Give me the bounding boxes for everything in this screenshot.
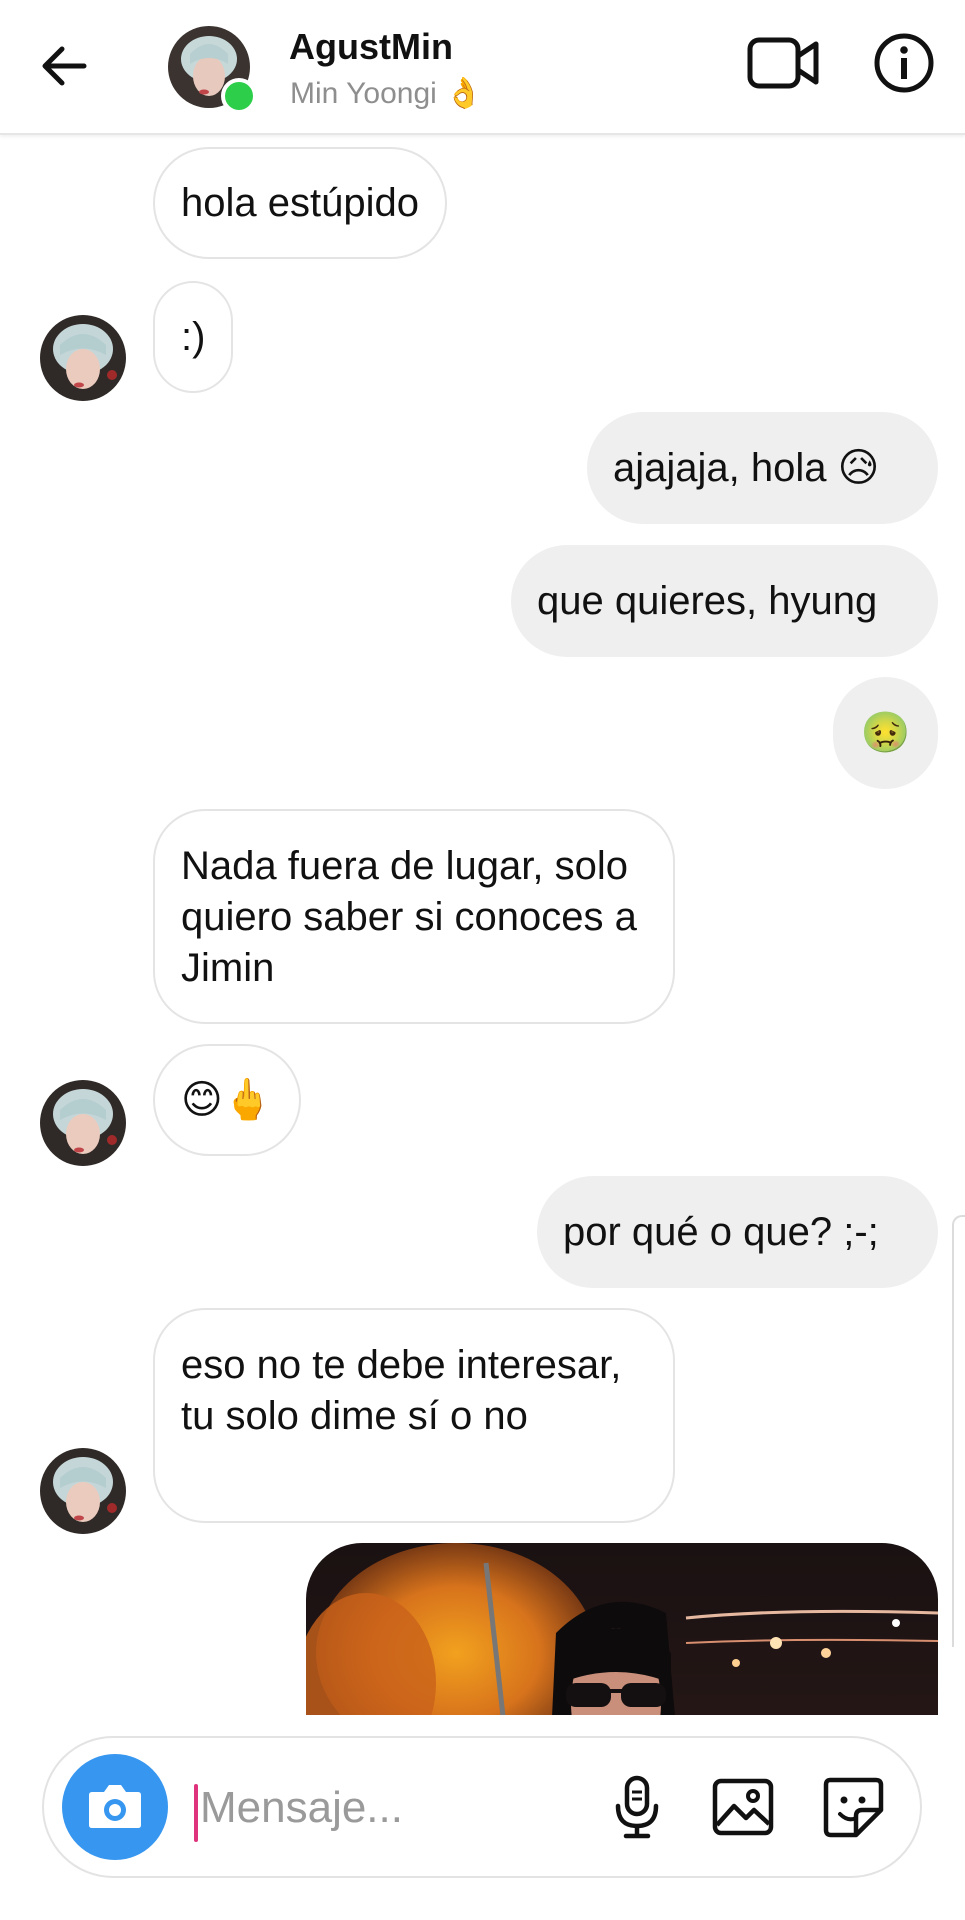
sender-avatar[interactable]: [40, 1080, 126, 1166]
message-composer: [42, 1736, 922, 1878]
message-text: por qué o que? ;-;: [563, 1209, 879, 1254]
message-input[interactable]: [200, 1774, 620, 1842]
outgoing-message[interactable]: por qué o que? ;-;: [537, 1176, 938, 1288]
message-text: :): [181, 314, 206, 359]
incoming-message[interactable]: eso no te debe interesar, tu solo dime s…: [153, 1308, 675, 1523]
message-text: Nada fuera de lugar, solo quiero saber s…: [181, 844, 637, 990]
online-status-dot: [221, 78, 257, 114]
incoming-message[interactable]: Nada fuera de lugar, solo quiero saber s…: [153, 809, 675, 1024]
message-text: eso no te debe interesar, tu solo dime s…: [181, 1343, 622, 1438]
arrow-left-icon[interactable]: [36, 38, 92, 94]
message-text: hola estúpido: [181, 180, 419, 225]
incoming-message[interactable]: 😊🖕: [153, 1044, 301, 1156]
chat-header: AgustMin Min Yoongi 👌: [0, 0, 965, 135]
text-cursor: [194, 1784, 198, 1842]
nauseated-emoji: 🤢: [860, 710, 911, 755]
camera-button[interactable]: [62, 1754, 168, 1860]
gallery-icon[interactable]: [708, 1772, 778, 1842]
incoming-message[interactable]: :): [153, 281, 234, 393]
microphone-icon[interactable]: [602, 1772, 672, 1842]
incoming-message[interactable]: hola estúpido: [153, 147, 447, 259]
photo-message[interactable]: [306, 1543, 938, 1715]
scrollbar[interactable]: [952, 1215, 965, 1647]
message-text: que quieres, hyung: [537, 578, 878, 623]
video-camera-icon[interactable]: [744, 28, 822, 98]
avatar[interactable]: [168, 26, 257, 114]
sender-avatar[interactable]: [40, 315, 126, 401]
sender-avatar[interactable]: [40, 1448, 126, 1534]
sad-emoji: 😥: [837, 445, 880, 490]
emoji-message: 😊🖕: [181, 1077, 273, 1122]
outgoing-message[interactable]: que quieres, hyung: [511, 545, 938, 657]
message-thread[interactable]: hola estúpido :) ajajaja, hola 😥 que qui…: [0, 133, 965, 1715]
camera-icon: [89, 1785, 141, 1828]
message-text: ajajaja, hola: [613, 445, 827, 490]
sticker-icon[interactable]: [818, 1772, 888, 1842]
outgoing-message[interactable]: ajajaja, hola 😥: [587, 412, 938, 524]
info-icon[interactable]: [866, 28, 944, 98]
outgoing-message[interactable]: 🤢: [833, 677, 938, 789]
contact-subtitle: Min Yoongi 👌: [290, 77, 483, 110]
contact-name[interactable]: AgustMin: [289, 26, 453, 68]
